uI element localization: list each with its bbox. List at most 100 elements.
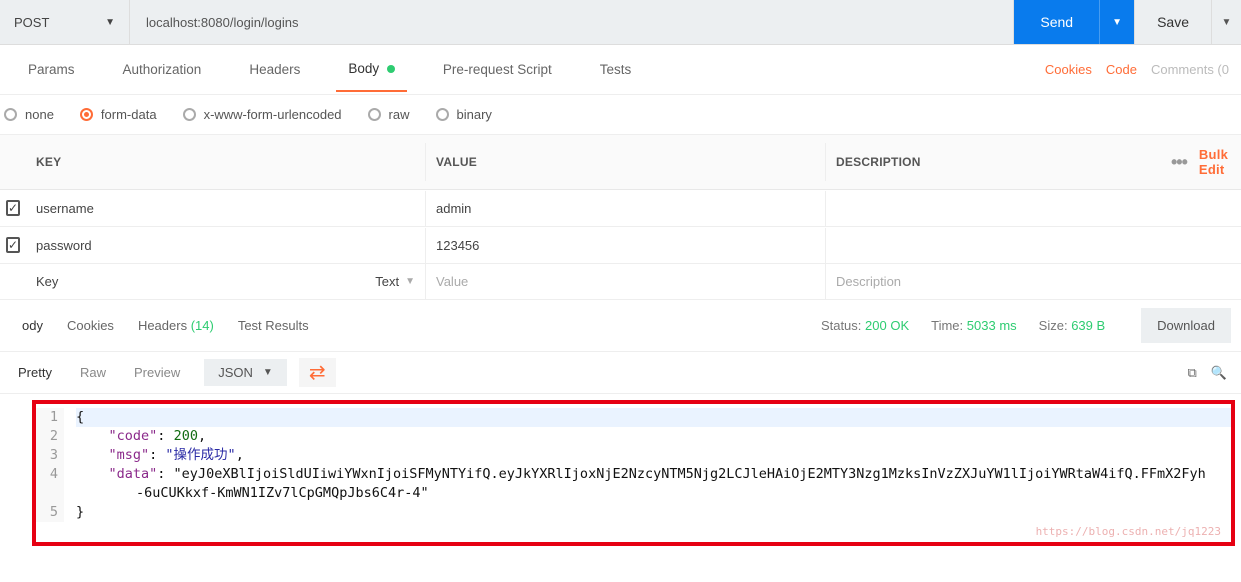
row-key[interactable]: password <box>26 228 426 263</box>
tab-headers[interactable]: Headers <box>237 48 312 91</box>
code-content[interactable]: { "code": 200, "msg": "操作成功", "data": "e… <box>64 408 1231 522</box>
format-select[interactable]: JSON ▼ <box>204 359 287 386</box>
response-body[interactable]: 12345 { "code": 200, "msg": "操作成功", "dat… <box>32 400 1235 546</box>
spacer <box>1161 235 1241 255</box>
headers-label: Headers <box>138 318 187 333</box>
response-meta: Status: 200 OK Time: 5033 ms Size: 639 B… <box>821 308 1231 343</box>
body-indicator-icon <box>387 65 395 73</box>
watermark: https://blog.csdn.net/jq1223 <box>1036 525 1221 538</box>
resp-tab-testresults[interactable]: Test Results <box>226 318 321 333</box>
spacer <box>1161 198 1241 218</box>
size-block: Size: 639 B <box>1039 318 1106 333</box>
resp-tab-body[interactable]: ody <box>10 318 55 333</box>
tab-body[interactable]: Body <box>336 47 407 92</box>
table-row-new[interactable]: Key Text ▼ Value Description <box>0 264 1241 300</box>
size-value: 639 B <box>1071 318 1105 333</box>
send-dropdown[interactable]: ▼ <box>1100 0 1134 44</box>
bulk-edit-link[interactable]: Bulk Edit <box>1199 147 1231 177</box>
tab-prerequest[interactable]: Pre-request Script <box>431 48 564 91</box>
download-button[interactable]: Download <box>1141 308 1231 343</box>
cookies-link[interactable]: Cookies <box>1045 62 1092 77</box>
method-label: POST <box>14 15 49 30</box>
table-row[interactable]: password 123456 <box>0 227 1241 264</box>
row-desc[interactable] <box>826 235 1161 255</box>
search-icon[interactable]: 🔍 <box>1211 365 1227 381</box>
url-input[interactable]: localhost:8080/login/logins <box>130 0 1014 44</box>
resp-tab-headers[interactable]: Headers (14) <box>126 318 226 333</box>
radio-icon <box>80 108 93 121</box>
chevron-down-icon: ▼ <box>405 276 415 287</box>
wrap-lines-icon[interactable]: ⇄ <box>299 358 336 387</box>
row-value[interactable]: 123456 <box>426 228 826 263</box>
tab-params[interactable]: Params <box>16 48 87 91</box>
radio-icon <box>4 108 17 121</box>
row-desc[interactable] <box>826 198 1161 218</box>
radio-none[interactable]: none <box>4 107 54 122</box>
view-raw[interactable]: Raw <box>66 359 120 386</box>
radio-label: raw <box>389 107 410 122</box>
chevron-down-icon: ▼ <box>263 367 273 378</box>
header-actions: ••• Bulk Edit <box>1161 135 1241 189</box>
col-key: KEY <box>26 143 426 181</box>
send-button[interactable]: Send <box>1014 0 1100 44</box>
request-topbar: POST ▼ localhost:8080/login/logins Send … <box>0 0 1241 45</box>
save-button[interactable]: Save <box>1134 0 1211 44</box>
row-key[interactable]: username <box>26 191 426 226</box>
url-text: localhost:8080/login/logins <box>146 15 299 30</box>
tab-body-label: Body <box>348 61 379 76</box>
radio-icon <box>368 108 381 121</box>
copy-icon[interactable]: ⧉ <box>1188 365 1197 381</box>
form-data-table: KEY VALUE DESCRIPTION ••• Bulk Edit user… <box>0 135 1241 300</box>
method-select[interactable]: POST ▼ <box>0 0 130 44</box>
spacer <box>0 272 26 292</box>
type-select[interactable]: Text ▼ <box>375 274 415 289</box>
headers-count: (14) <box>191 318 214 333</box>
comments-link[interactable]: Comments (0 <box>1151 62 1229 77</box>
status-block: Status: 200 OK <box>821 318 909 333</box>
row-check[interactable] <box>0 227 26 263</box>
new-value-input[interactable]: Value <box>426 264 826 299</box>
radio-label: binary <box>457 107 492 122</box>
format-label: JSON <box>218 365 253 380</box>
radio-form-data[interactable]: form-data <box>80 107 157 122</box>
status-label: Status: <box>821 318 861 333</box>
status-value: 200 OK <box>865 318 909 333</box>
chevron-down-icon: ▼ <box>105 17 115 28</box>
radio-label: none <box>25 107 54 122</box>
view-right-icons: ⧉ 🔍 <box>1188 365 1237 381</box>
radio-raw[interactable]: raw <box>368 107 410 122</box>
resp-tab-cookies[interactable]: Cookies <box>55 318 126 333</box>
tab-authorization[interactable]: Authorization <box>111 48 214 91</box>
radio-urlencoded[interactable]: x-www-form-urlencoded <box>183 107 342 122</box>
new-key-input[interactable]: Key Text ▼ <box>26 264 426 299</box>
type-label: Text <box>375 274 399 289</box>
response-tabs: ody Cookies Headers (14) Test Results St… <box>0 300 1241 352</box>
tabs-right-links: Cookies Code Comments (0 <box>1045 62 1237 77</box>
line-gutter: 12345 <box>36 408 64 522</box>
code-link[interactable]: Code <box>1106 62 1137 77</box>
radio-binary[interactable]: binary <box>436 107 492 122</box>
row-check[interactable] <box>0 190 26 226</box>
spacer <box>0 150 26 174</box>
radio-icon <box>436 108 449 121</box>
request-tabs: Params Authorization Headers Body Pre-re… <box>0 45 1241 95</box>
view-preview[interactable]: Preview <box>120 359 194 386</box>
radio-label: form-data <box>101 107 157 122</box>
col-desc: DESCRIPTION <box>826 143 1161 181</box>
time-block: Time: 5033 ms <box>931 318 1017 333</box>
placeholder-text: Key <box>36 274 58 289</box>
tab-tests[interactable]: Tests <box>588 48 644 91</box>
new-desc-input[interactable]: Description <box>826 264 1161 299</box>
checkbox-icon <box>6 237 20 253</box>
checkbox-icon <box>6 200 20 216</box>
chevron-down-icon: ▼ <box>1112 17 1122 28</box>
col-value: VALUE <box>426 143 826 181</box>
save-dropdown[interactable]: ▼ <box>1211 0 1241 44</box>
save-label: Save <box>1157 14 1189 30</box>
row-value[interactable]: admin <box>426 191 826 226</box>
radio-label: x-www-form-urlencoded <box>204 107 342 122</box>
more-icon[interactable]: ••• <box>1171 152 1187 173</box>
response-view-row: Pretty Raw Preview JSON ▼ ⇄ ⧉ 🔍 <box>0 352 1241 394</box>
view-pretty[interactable]: Pretty <box>4 359 66 386</box>
table-row[interactable]: username admin <box>0 190 1241 227</box>
